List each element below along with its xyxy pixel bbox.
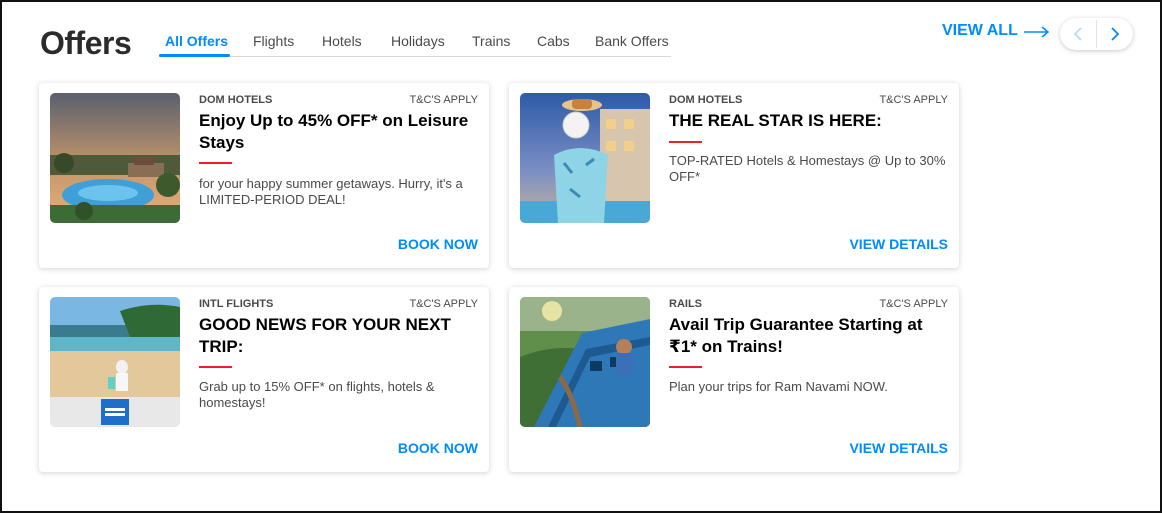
- offer-image-man-pool: [520, 93, 650, 223]
- tab-flights[interactable]: Flights: [253, 33, 294, 49]
- tnc-label[interactable]: T&C'S APPLY: [879, 298, 948, 310]
- offer-category: DOM HOTELS: [669, 94, 743, 106]
- offer-card[interactable]: DOM HOTELS T&C'S APPLY Enjoy Up to 45% O…: [39, 83, 489, 268]
- carousel-prev-button[interactable]: [1060, 18, 1096, 50]
- divider-rule: [199, 162, 232, 164]
- chevron-right-icon: [1111, 27, 1120, 41]
- offer-headline: Avail Trip Guarantee Starting at ₹1* on …: [669, 315, 923, 356]
- offer-headline: GOOD NEWS FOR YOUR NEXT TRIP:: [199, 315, 451, 356]
- tab-trains[interactable]: Trains: [472, 33, 510, 49]
- offers-section: Offers All Offers Flights Hotels Holiday…: [0, 0, 1162, 513]
- offer-description: TOP-RATED Hotels & Homestays @ Up to 30%…: [669, 153, 946, 184]
- divider-rule: [669, 141, 702, 143]
- divider-rule: [669, 366, 702, 368]
- tab-hotels[interactable]: Hotels: [322, 33, 362, 49]
- tnc-label[interactable]: T&C'S APPLY: [409, 94, 478, 106]
- chevron-left-icon: [1073, 27, 1082, 41]
- active-tab-indicator: [159, 54, 230, 57]
- carousel-nav: [1060, 18, 1133, 50]
- arrow-right-icon[interactable]: [1023, 24, 1051, 40]
- tnc-label[interactable]: T&C'S APPLY: [409, 298, 478, 310]
- view-details-button[interactable]: VIEW DETAILS: [849, 440, 948, 456]
- tab-holidays[interactable]: Holidays: [391, 33, 445, 49]
- offer-card[interactable]: RAILS T&C'S APPLY Avail Trip Guarantee S…: [509, 287, 959, 472]
- offer-image-beach: [50, 297, 180, 427]
- offer-headline: Enjoy Up to 45% OFF* on Leisure Stays: [199, 111, 469, 152]
- offer-image-resort: [50, 93, 180, 223]
- view-details-button[interactable]: VIEW DETAILS: [849, 236, 948, 252]
- offer-headline: THE REAL STAR IS HERE:: [669, 111, 882, 130]
- offer-category: INTL FLIGHTS: [199, 298, 274, 310]
- offer-card[interactable]: INTL FLIGHTS T&C'S APPLY GOOD NEWS FOR Y…: [39, 287, 489, 472]
- tab-bank-offers[interactable]: Bank Offers: [595, 33, 669, 49]
- tab-all-offers[interactable]: All Offers: [165, 33, 228, 49]
- offer-description: for your happy summer getaways. Hurry, i…: [199, 176, 463, 207]
- tab-cabs[interactable]: Cabs: [537, 33, 570, 49]
- offer-category: DOM HOTELS: [199, 94, 273, 106]
- offer-category: RAILS: [669, 298, 702, 310]
- offer-image-train: [520, 297, 650, 427]
- offer-card[interactable]: DOM HOTELS T&C'S APPLY THE REAL STAR IS …: [509, 83, 959, 268]
- carousel-next-button[interactable]: [1097, 18, 1133, 50]
- tnc-label[interactable]: T&C'S APPLY: [879, 94, 948, 106]
- book-now-button[interactable]: BOOK NOW: [398, 440, 478, 456]
- offer-tabs: All Offers Flights Hotels Holidays Train…: [159, 27, 671, 57]
- book-now-button[interactable]: BOOK NOW: [398, 236, 478, 252]
- divider-rule: [199, 366, 232, 368]
- page-title: Offers: [40, 25, 132, 61]
- offer-description: Plan your trips for Ram Navami NOW.: [669, 379, 888, 394]
- view-all-link[interactable]: VIEW ALL: [942, 22, 1018, 40]
- offer-description: Grab up to 15% OFF* on flights, hotels &…: [199, 379, 435, 410]
